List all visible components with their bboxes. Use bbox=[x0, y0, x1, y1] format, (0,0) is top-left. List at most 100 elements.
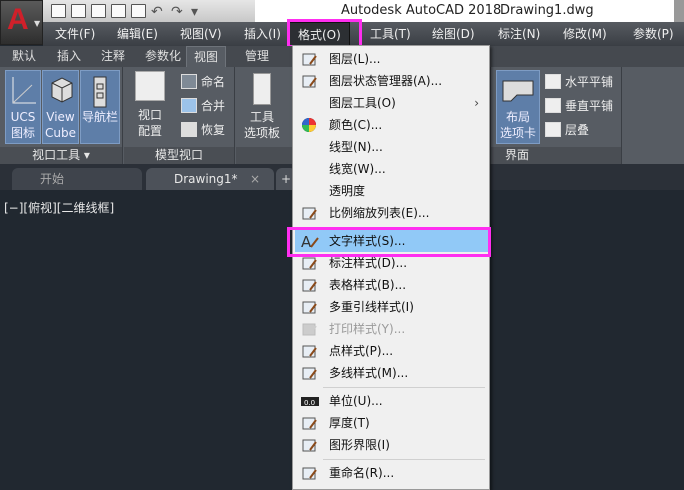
ucs-icon-button[interactable]: UCS 图标 bbox=[5, 70, 41, 144]
tile-vertical-icon bbox=[545, 98, 561, 113]
menu-item-4[interactable]: 线型(N)... bbox=[295, 136, 489, 158]
ribbon-tab-5[interactable]: 管理 bbox=[245, 46, 269, 67]
tool-palettes-label: 工具 选项板 bbox=[243, 110, 280, 140]
menu-separator bbox=[323, 387, 485, 388]
viewport-config-button[interactable]: 视口 配置 bbox=[132, 71, 168, 139]
layout-tabs-button[interactable]: 布局 选项卡 bbox=[496, 70, 540, 144]
layer-icon bbox=[301, 51, 317, 67]
viewport-config-label: 视口 配置 bbox=[137, 108, 162, 138]
menu-item-18[interactable]: 重命名(R)... bbox=[295, 462, 489, 484]
panel-interface: 布局 选项卡 水平平铺 垂直平铺 层叠 界面 bbox=[490, 67, 622, 164]
menu-item-15[interactable]: 0.0 单位(U)... bbox=[295, 390, 489, 412]
application-menu-button[interactable]: A ▼ bbox=[0, 0, 43, 45]
menu-item-7[interactable]: 比例缩放列表(E)... bbox=[295, 202, 489, 224]
menu-item-11[interactable]: 多重引线样式(I) bbox=[295, 296, 489, 318]
tab-label: Drawing1* bbox=[174, 172, 238, 186]
menu-item-label: 厚度(T) bbox=[329, 416, 370, 430]
menu-1[interactable]: 编辑(E) bbox=[117, 22, 158, 46]
scale-list-icon bbox=[301, 205, 317, 221]
menu-item-12[interactable]: 打印样式(Y)... bbox=[295, 318, 489, 340]
panel-label[interactable]: 视口工具 ▾ bbox=[0, 147, 122, 164]
menu-8[interactable]: 修改(M) bbox=[563, 22, 607, 46]
close-icon[interactable]: × bbox=[250, 168, 260, 190]
menu-6[interactable]: 绘图(D) bbox=[432, 22, 475, 46]
menu-item-13[interactable]: 点样式(P)... bbox=[295, 340, 489, 362]
ribbon-tab-0[interactable]: 默认 bbox=[12, 46, 36, 67]
open-icon[interactable] bbox=[71, 4, 86, 18]
menu-item-17[interactable]: 图形界限(I) bbox=[295, 434, 489, 456]
menu-item-10[interactable]: 表格样式(B)... bbox=[295, 274, 489, 296]
navigation-bar-button[interactable]: 导航栏 bbox=[80, 70, 120, 144]
menu-2[interactable]: 视图(V) bbox=[180, 22, 222, 46]
tile-horizontal-icon bbox=[545, 74, 561, 89]
color-wheel-icon bbox=[301, 117, 317, 133]
cascade-label: 层叠 bbox=[565, 123, 590, 137]
undo-icon[interactable]: ↶ bbox=[151, 4, 166, 20]
menu-item-label: 单位(U)... bbox=[329, 394, 383, 408]
save-icon[interactable] bbox=[91, 4, 106, 18]
join-viewports-button[interactable]: 合并 bbox=[181, 97, 225, 114]
tile-v-label: 垂直平铺 bbox=[565, 99, 614, 113]
menu-5[interactable]: 工具(T) bbox=[370, 22, 411, 46]
menu-item-6[interactable]: 透明度 bbox=[295, 180, 489, 202]
cube-icon bbox=[43, 71, 78, 109]
panel-label bbox=[236, 147, 295, 164]
tab-start[interactable]: 开始 bbox=[12, 168, 142, 190]
viewport-controls[interactable]: [−][俯视][二维线框] bbox=[4, 199, 114, 216]
thickness-icon bbox=[301, 415, 317, 431]
menu-item-label: 点样式(P)... bbox=[329, 344, 394, 358]
menu-item-label: 重命名(R)... bbox=[329, 466, 395, 480]
plot-icon[interactable] bbox=[131, 4, 146, 18]
tab-drawing1[interactable]: Drawing1* × bbox=[146, 168, 274, 190]
save-as-icon[interactable] bbox=[111, 4, 126, 18]
dim-style-icon bbox=[301, 255, 317, 271]
named-viewports-button[interactable]: 命名 bbox=[181, 73, 225, 90]
mline-style-icon bbox=[301, 365, 317, 381]
viewcube-button[interactable]: View Cube bbox=[42, 70, 79, 144]
highlight-box-text-style bbox=[287, 227, 491, 257]
customize-icon[interactable]: ▾ bbox=[191, 4, 206, 20]
menu-9[interactable]: 参数(P) bbox=[633, 22, 674, 46]
ucs-axes-icon bbox=[6, 71, 40, 109]
info-center-toggle[interactable] bbox=[674, 0, 684, 22]
menu-item-2[interactable]: 图层工具(O) › bbox=[295, 92, 489, 114]
tab-label: 开始 bbox=[40, 172, 65, 186]
menu-0[interactable]: 文件(F) bbox=[55, 22, 95, 46]
menu-item-0[interactable]: 图层(L)... bbox=[295, 48, 489, 70]
panel-label: 界面 bbox=[491, 147, 621, 164]
menu-item-5[interactable]: 线宽(W)... bbox=[295, 158, 489, 180]
menu-item-3[interactable]: 颜色(C)... bbox=[295, 114, 489, 136]
layout-tabs-icon bbox=[497, 71, 539, 109]
autocad-logo: A bbox=[7, 3, 29, 36]
tile-horizontal-button[interactable]: 水平平铺 bbox=[545, 73, 613, 90]
redo-icon[interactable]: ↷ bbox=[171, 4, 186, 20]
ribbon-tab-2[interactable]: 注释 bbox=[101, 46, 125, 67]
new-icon[interactable] bbox=[51, 4, 66, 18]
ribbon-tab-1[interactable]: 插入 bbox=[57, 46, 81, 67]
units-icon: 0.0 bbox=[301, 393, 319, 409]
panel-palettes: 工具 选项板 bbox=[236, 67, 296, 164]
restore-viewports-button[interactable]: 恢复 bbox=[181, 121, 225, 138]
tool-palettes-icon bbox=[253, 73, 271, 105]
tile-h-label: 水平平铺 bbox=[565, 75, 614, 89]
menu-item-label: 表格样式(B)... bbox=[329, 278, 407, 292]
menu-7[interactable]: 标注(N) bbox=[498, 22, 540, 46]
menu-item-16[interactable]: 厚度(T) bbox=[295, 412, 489, 434]
menu-item-14[interactable]: 多线样式(M)... bbox=[295, 362, 489, 384]
menu-3[interactable]: 插入(I) bbox=[244, 22, 281, 46]
join-icon bbox=[181, 98, 197, 113]
point-style-icon bbox=[301, 343, 317, 359]
menu-item-label: 透明度 bbox=[329, 184, 366, 198]
cascade-button[interactable]: 层叠 bbox=[545, 121, 589, 138]
menu-item-label: 图层状态管理器(A)... bbox=[329, 74, 443, 88]
tile-vertical-button[interactable]: 垂直平铺 bbox=[545, 97, 613, 114]
ribbon-tab-3[interactable]: 参数化 bbox=[145, 46, 181, 67]
menu-item-label: 多线样式(M)... bbox=[329, 366, 409, 380]
menu-item-label: 图形界限(I) bbox=[329, 438, 390, 452]
ribbon-tab-4[interactable]: 视图 bbox=[186, 46, 227, 67]
menu-separator bbox=[323, 459, 485, 460]
join-label: 合并 bbox=[201, 99, 226, 113]
tool-palettes-button[interactable]: 工具 选项板 bbox=[240, 71, 284, 141]
svg-text:0.0: 0.0 bbox=[304, 399, 315, 407]
menu-item-1[interactable]: 图层状态管理器(A)... bbox=[295, 70, 489, 92]
